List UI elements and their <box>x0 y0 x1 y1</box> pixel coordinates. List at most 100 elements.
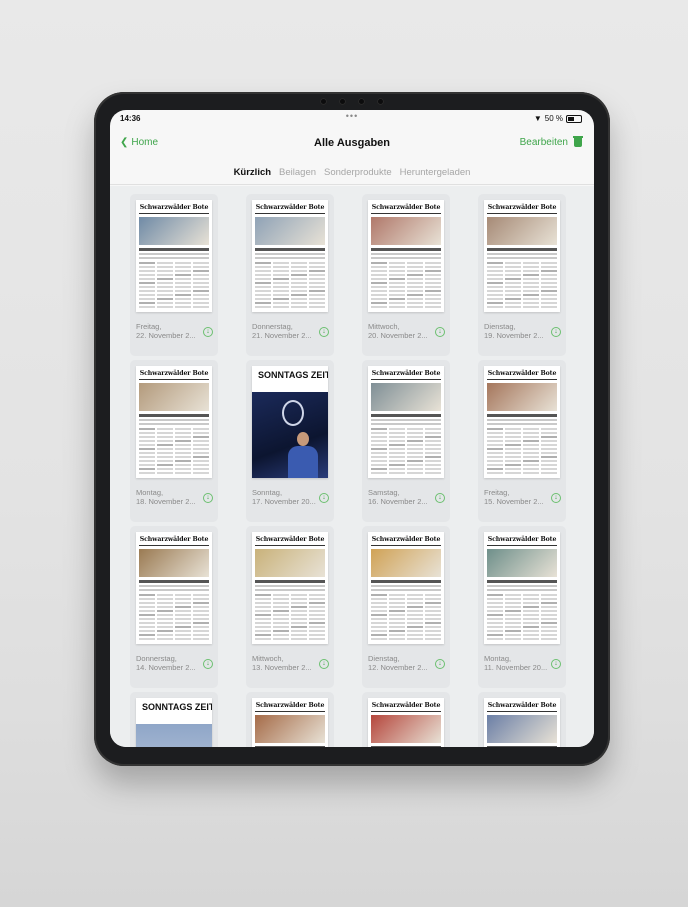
issue-weekday: Donnerstag, <box>252 322 293 331</box>
issue-day: 11. November 20... <box>484 663 548 672</box>
issue-card[interactable]: Schwarzwälder Bote <box>478 692 566 747</box>
issue-card[interactable]: Schwarzwälder Bote Donnerstag, 14. Novembe… <box>130 526 218 688</box>
cover-masthead: Schwarzwälder Bote <box>371 536 441 543</box>
issue-cover[interactable]: Schwarzwälder Bote <box>484 698 560 747</box>
download-icon[interactable]: ↓ <box>435 493 445 503</box>
tennis-racket-graphic <box>282 400 304 426</box>
trash-icon[interactable] <box>573 136 583 147</box>
masthead-rule <box>371 545 441 546</box>
issue-cover[interactable]: Schwarzwälder Bote <box>368 200 444 312</box>
cover-masthead: Schwarzwälder Bote <box>255 204 325 211</box>
article-columns <box>371 594 441 642</box>
issue-cover[interactable]: Schwarzwälder Bote <box>252 200 328 312</box>
masthead-rule <box>139 545 209 546</box>
issue-day: 22. November 2... <box>136 331 196 340</box>
issue-cover[interactable]: Schwarzwälder Bote <box>484 200 560 312</box>
issue-card[interactable]: Schwarzwälder Bote <box>246 692 334 747</box>
cover-photo <box>371 217 441 245</box>
download-icon[interactable]: ↓ <box>551 493 561 503</box>
download-icon[interactable]: ↓ <box>203 493 213 503</box>
issue-card[interactable]: Schwarzwälder Bote Dienstag, 12. November … <box>362 526 450 688</box>
issue-cover[interactable]: Schwarzwälder Bote <box>484 532 560 644</box>
issue-cover[interactable]: Schwarzwälder Bote <box>252 698 328 747</box>
download-icon[interactable]: ↓ <box>551 327 561 337</box>
tab-sonderprodukte[interactable]: Sonderprodukte <box>324 162 392 184</box>
download-icon[interactable]: ↓ <box>319 493 329 503</box>
cover-masthead: SONNTAGS ZEITUNG <box>258 370 328 380</box>
issue-day: 19. November 2... <box>484 331 544 340</box>
wifi-icon: ▼ <box>533 114 542 123</box>
masthead-rule <box>487 545 557 546</box>
cover-masthead: Schwarzwälder Bote <box>371 370 441 377</box>
issue-card[interactable]: SONNTAGS ZEITUNG Sonntag,17. November 20.… <box>246 360 334 522</box>
issue-card[interactable]: Schwarzwälder Bote Freitag, 22. November 2… <box>130 194 218 356</box>
tablet-frame: 14:36 ••• ▼ 50 % ❮ Home Alle Ausgaben Be… <box>94 92 610 766</box>
issue-card[interactable]: Schwarzwälder Bote Montag, 11. November 20… <box>478 526 566 688</box>
masthead-rule <box>139 213 209 214</box>
issue-weekday: Mittwoch, <box>252 654 284 663</box>
article-columns <box>139 262 209 310</box>
headline-lines <box>139 580 209 591</box>
cover-photo <box>255 217 325 245</box>
cover-photo <box>487 383 557 411</box>
issue-cover[interactable]: SONNTAGS ZEITUNG <box>136 698 212 747</box>
issue-card[interactable]: Schwarzwälder Bote Donnerstag, 21. Novembe… <box>246 194 334 356</box>
download-icon[interactable]: ↓ <box>203 327 213 337</box>
edit-button[interactable]: Bearbeiten <box>520 137 568 148</box>
download-icon[interactable]: ↓ <box>319 327 329 337</box>
tab-kuerzlich[interactable]: Kürzlich <box>234 162 271 184</box>
issue-weekday: Dienstag, <box>484 322 516 331</box>
cover-masthead: Schwarzwälder Bote <box>487 370 557 377</box>
issue-cover[interactable]: Schwarzwälder Bote <box>484 366 560 478</box>
player-head <box>297 432 309 446</box>
cover-photo <box>487 549 557 577</box>
issue-day: 14. November 2... <box>136 663 196 672</box>
download-icon[interactable]: ↓ <box>435 659 445 669</box>
issue-cover[interactable]: Schwarzwälder Bote <box>136 366 212 478</box>
cover-masthead: SONNTAGS ZEITUNG <box>142 702 212 712</box>
download-icon[interactable]: ↓ <box>319 659 329 669</box>
issue-cover[interactable]: Schwarzwälder Bote <box>368 532 444 644</box>
headline-lines <box>371 414 441 425</box>
issue-card[interactable]: Schwarzwälder Bote Mittwoch, 20. November … <box>362 194 450 356</box>
tab-beilagen[interactable]: Beilagen <box>279 162 316 184</box>
issue-weekday: Mittwoch, <box>368 322 400 331</box>
download-icon[interactable]: ↓ <box>551 659 561 669</box>
cover-photo <box>371 715 441 743</box>
issue-card[interactable]: Schwarzwälder Bote <box>362 692 450 747</box>
issue-card[interactable]: SONNTAGS ZEITUNG <box>130 692 218 747</box>
masthead-rule <box>487 379 557 380</box>
multitask-dots[interactable]: ••• <box>346 111 358 121</box>
article-columns <box>487 262 557 310</box>
issue-cover[interactable]: Schwarzwälder Bote <box>136 200 212 312</box>
navigation-bar: ❮ Home Alle Ausgaben Bearbeiten <box>110 130 594 158</box>
issue-day: 18. November 2... <box>136 497 196 506</box>
issue-card[interactable]: Schwarzwälder Bote Samstag, 16. November 2… <box>362 360 450 522</box>
issue-weekday: Freitag, <box>484 488 510 497</box>
headline-lines <box>487 414 557 425</box>
issue-day: 21. November 2... <box>252 331 312 340</box>
issue-cover[interactable]: Schwarzwälder Bote <box>136 532 212 644</box>
cover-masthead: Schwarzwälder Bote <box>139 536 209 543</box>
issue-date: Mittwoch, 20. November 2... <box>368 322 428 340</box>
issue-day: 15. November 2... <box>484 497 544 506</box>
issue-cover[interactable]: Schwarzwälder Bote <box>252 532 328 644</box>
issue-card[interactable]: Schwarzwälder Bote Mittwoch, 13. November … <box>246 526 334 688</box>
issue-cover[interactable]: Schwarzwälder Bote <box>368 366 444 478</box>
status-bar: 14:36 ••• ▼ 50 % <box>110 110 594 126</box>
download-icon[interactable]: ↓ <box>203 659 213 669</box>
issue-day: 20. November 2... <box>368 331 428 340</box>
issue-cover[interactable]: Schwarzwälder Bote <box>368 698 444 747</box>
issue-card[interactable]: Schwarzwälder Bote Dienstag, 19. November … <box>478 194 566 356</box>
cover-masthead: Schwarzwälder Bote <box>487 536 557 543</box>
tab-heruntergeladen[interactable]: Heruntergeladen <box>400 162 471 184</box>
headline-lines <box>139 414 209 425</box>
headline-lines <box>487 580 557 591</box>
issue-card[interactable]: Schwarzwälder Bote Freitag, 15. November 2… <box>478 360 566 522</box>
issue-cover[interactable]: SONNTAGS ZEITUNG <box>252 366 328 478</box>
article-columns <box>255 594 325 642</box>
download-icon[interactable]: ↓ <box>435 327 445 337</box>
cover-masthead: Schwarzwälder Bote <box>371 204 441 211</box>
issue-card[interactable]: Schwarzwälder Bote Montag, 18. November 2.… <box>130 360 218 522</box>
cover-masthead: Schwarzwälder Bote <box>371 702 441 709</box>
